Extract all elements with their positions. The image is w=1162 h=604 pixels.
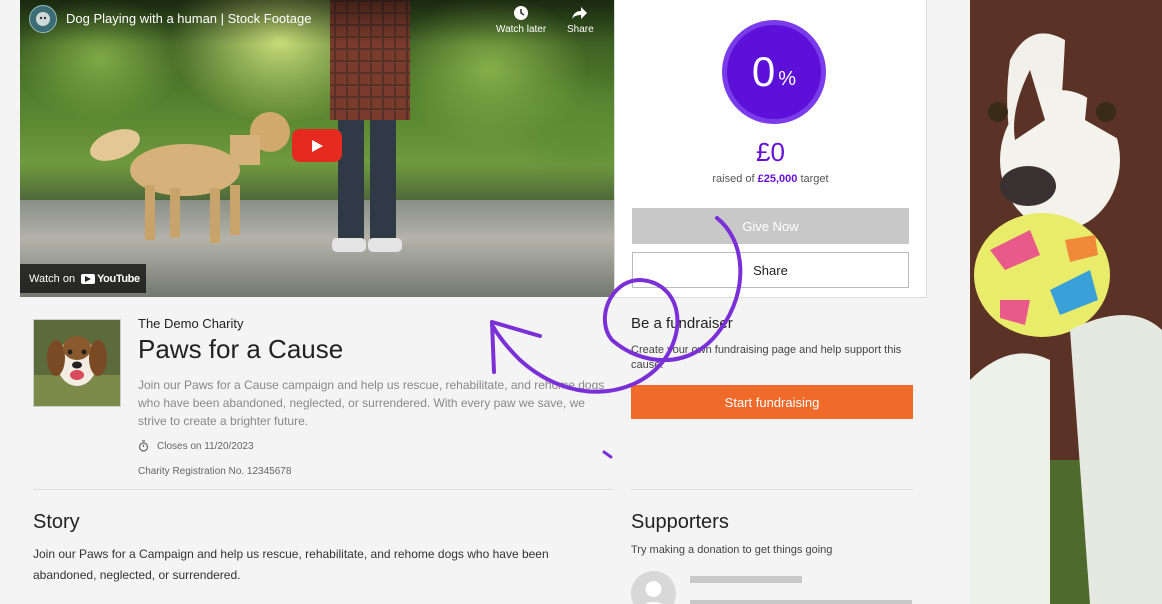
story-heading: Story	[33, 511, 80, 533]
supporter-avatar-placeholder	[631, 571, 676, 604]
donation-card: 0 % £0 raised of £25,000 target Give Now…	[614, 0, 927, 298]
youtube-logo: YouTube	[81, 273, 140, 285]
video-share-label: Share	[567, 24, 594, 35]
watch-later-label: Watch later	[496, 24, 547, 35]
share-arrow-icon	[567, 4, 594, 24]
page-title: Paws for a Cause	[138, 334, 344, 364]
youtube-label: YouTube	[97, 272, 140, 285]
closing-date: Closes on 11/20/2023	[138, 440, 254, 452]
divider	[33, 489, 614, 490]
raised-amount: £0	[756, 137, 785, 167]
beagle-photo	[34, 320, 120, 406]
channel-avatar[interactable]	[29, 5, 57, 33]
percent-sign: %	[778, 67, 797, 90]
closing-date-label: Closes on 11/20/2023	[157, 440, 254, 452]
supporters-heading: Supporters	[631, 511, 729, 533]
share-button[interactable]: Share	[632, 252, 909, 288]
fundraiser-heading: Be a fundraiser	[631, 315, 733, 332]
supporters-empty-text: Try making a donation to get things goin…	[631, 544, 833, 556]
raised-prefix: raised of	[712, 173, 755, 185]
charity-registration: Charity Registration No. 12345678	[138, 466, 292, 477]
campaign-description: Join our Paws for a Cause campaign and h…	[138, 378, 605, 428]
charity-name[interactable]: The Demo Charity	[138, 316, 243, 331]
video-share-button[interactable]: Share	[567, 4, 594, 35]
stopwatch-icon	[138, 440, 149, 452]
collie-illustration	[970, 0, 1162, 604]
give-now-button[interactable]: Give Now	[632, 208, 909, 244]
watch-on-youtube-button[interactable]: Watch on YouTube	[20, 264, 146, 293]
raised-suffix: target	[800, 173, 829, 185]
user-icon	[644, 581, 663, 604]
video-title[interactable]: Dog Playing with a human | Stock Footage	[66, 11, 311, 26]
play-icon	[312, 139, 323, 152]
video-dog-image	[90, 112, 290, 243]
fundraiser-description: Create your own fundraising page and hel…	[631, 344, 902, 371]
start-fundraising-button[interactable]: Start fundraising	[631, 385, 913, 419]
progress-percent: 0	[751, 48, 776, 95]
supporter-detail-placeholder	[690, 600, 912, 604]
watch-later-button[interactable]: Watch later	[496, 4, 546, 35]
youtube-play-icon	[81, 273, 96, 284]
watch-on-label: Watch on	[29, 272, 76, 285]
collie-with-ball-photo	[970, 0, 1162, 604]
divider	[631, 489, 913, 490]
channel-dog-icon	[36, 12, 50, 26]
charity-logo	[33, 319, 121, 407]
video-player[interactable]: Dog Playing with a human | Stock Footage…	[20, 0, 614, 297]
clock-icon	[496, 4, 546, 24]
supporter-name-placeholder	[690, 576, 802, 583]
target-amount: £25,000	[757, 173, 798, 185]
progress-ring: 0 %	[722, 20, 826, 124]
story-text: Join our Paws for a Campaign and help us…	[33, 547, 549, 582]
raised-target-line: raised of £25,000 target	[615, 173, 926, 185]
play-button[interactable]	[292, 129, 342, 162]
